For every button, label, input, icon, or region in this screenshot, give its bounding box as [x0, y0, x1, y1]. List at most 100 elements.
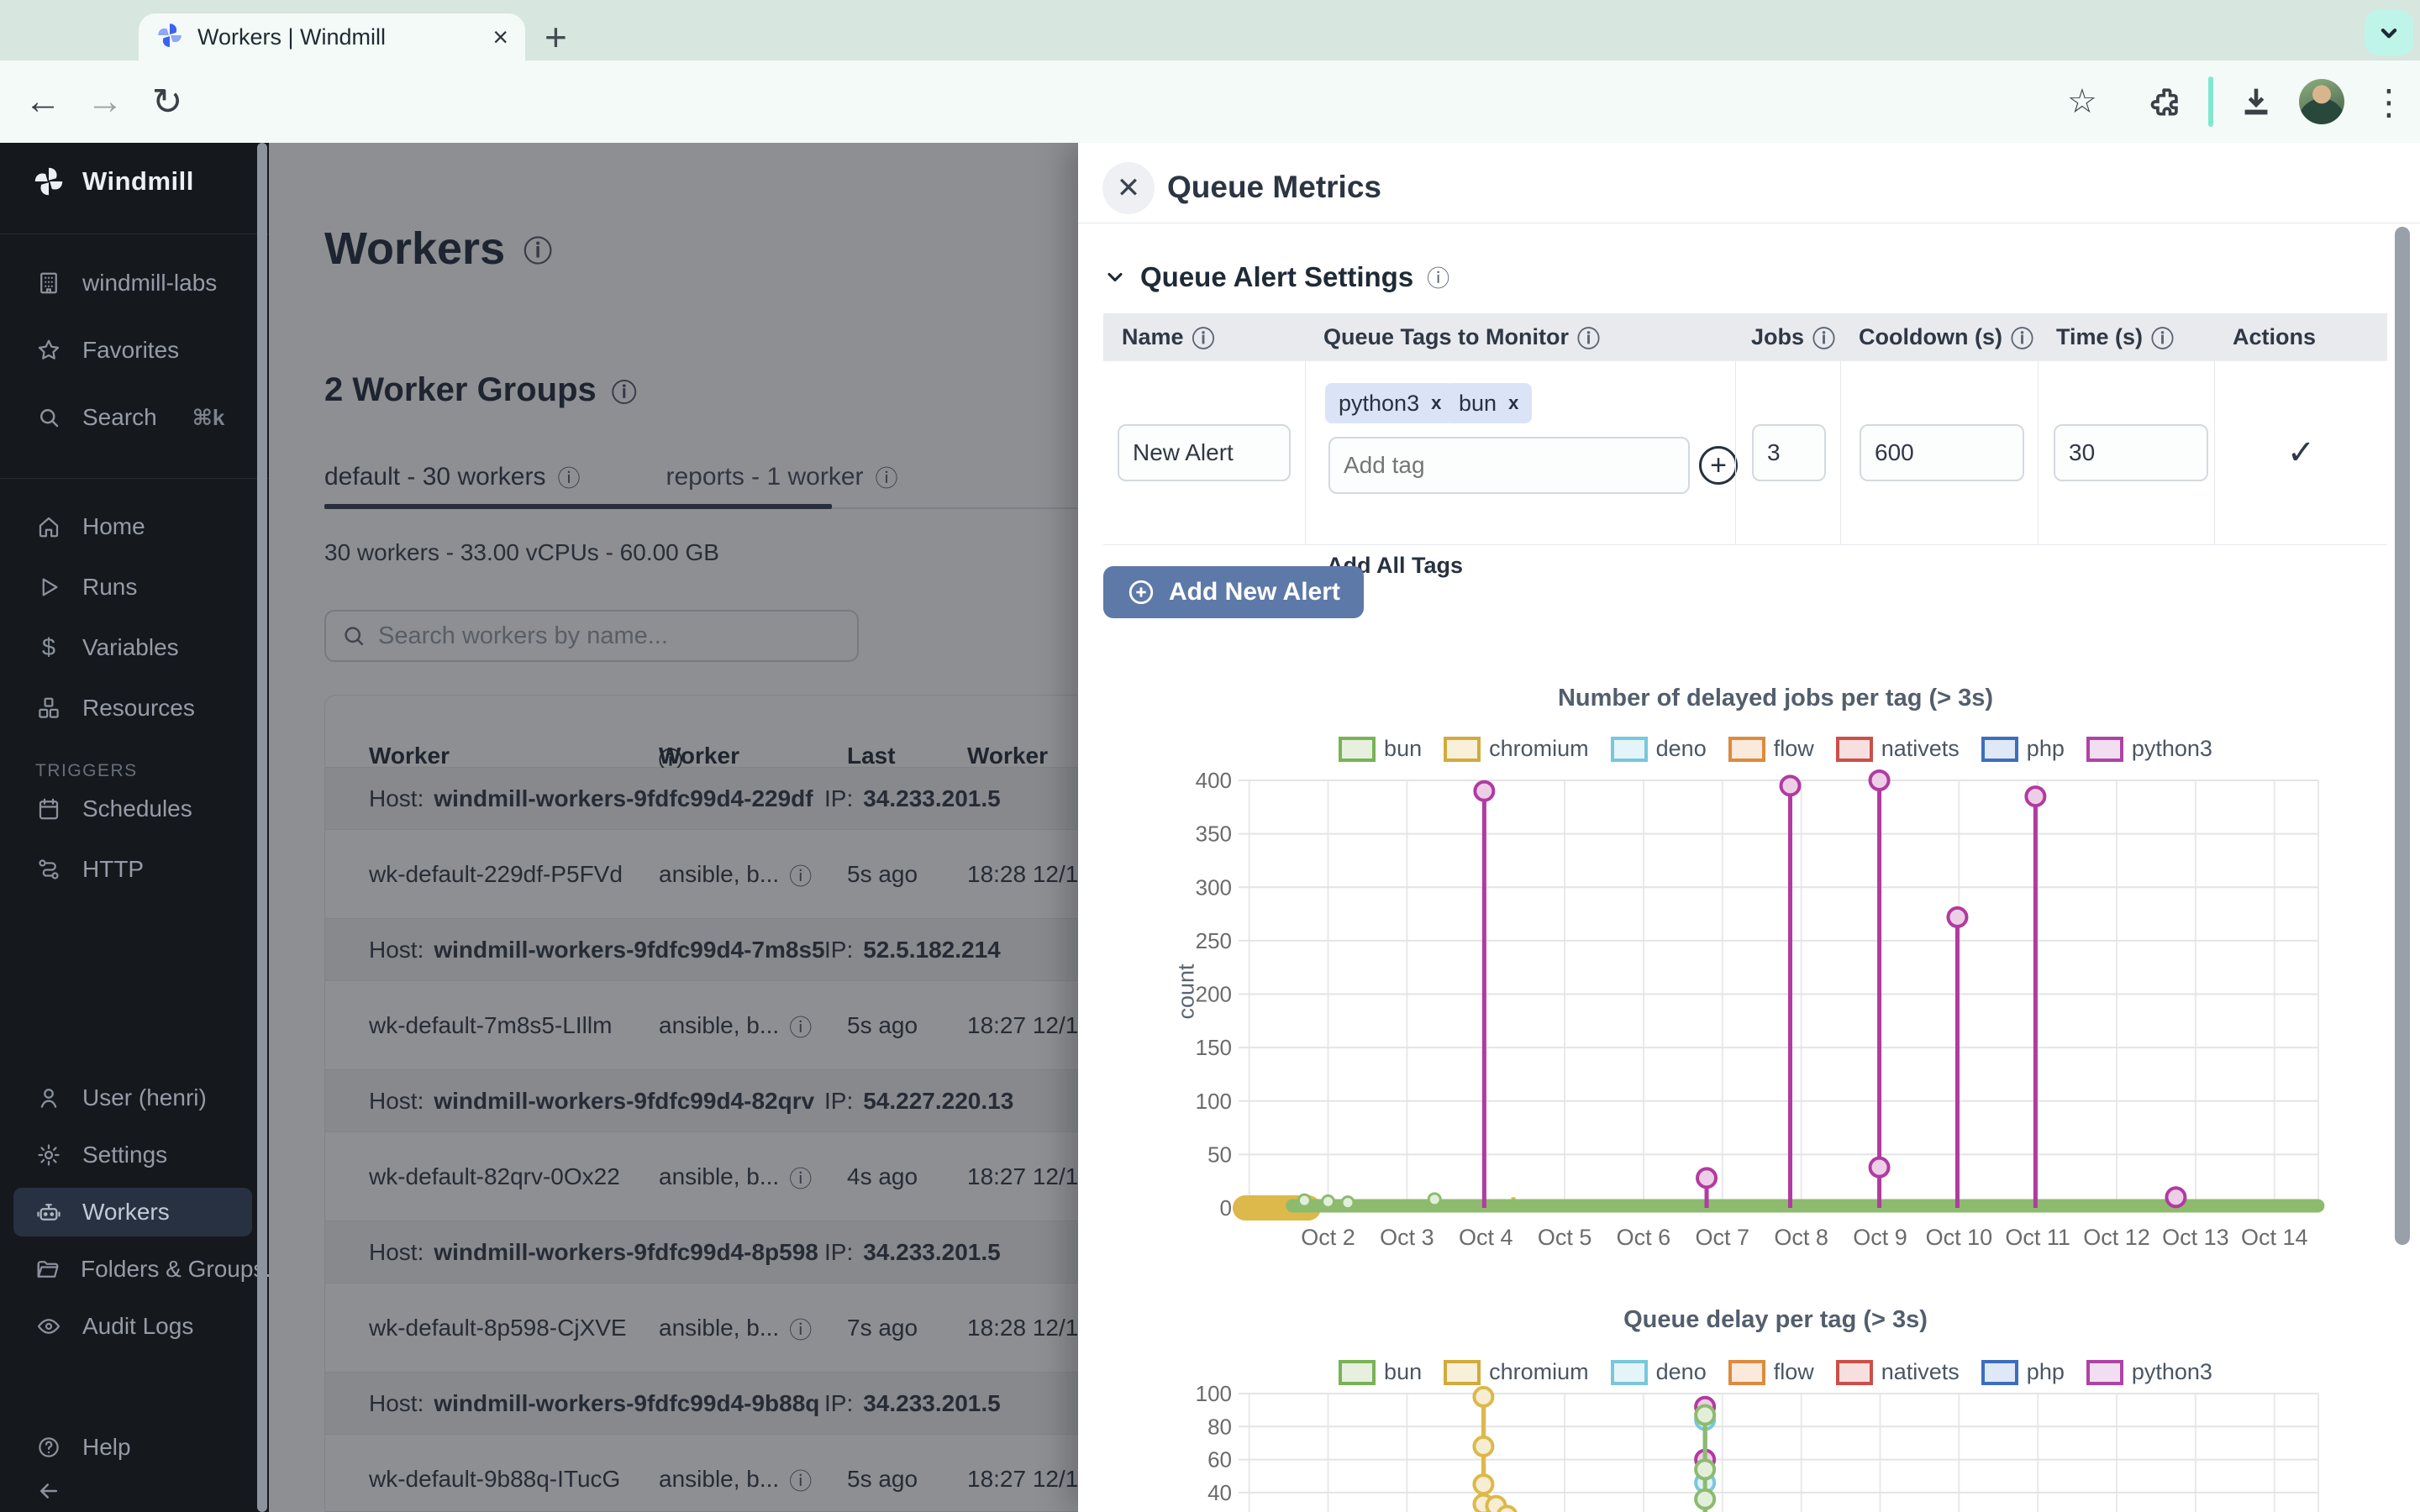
svg-text:Oct 2: Oct 2	[1301, 1225, 1355, 1250]
legend-item-chromium[interactable]: chromium	[1444, 736, 1589, 762]
sidebar-item-label: Favorites	[82, 337, 179, 364]
sidebar-item-resources[interactable]: Resources	[13, 684, 252, 732]
panel-scrollbar[interactable]	[2395, 227, 2410, 1245]
svg-text:50: 50	[1207, 1142, 1232, 1167]
extensions-icon[interactable]	[2148, 74, 2185, 129]
sidebar-item-http[interactable]: HTTP	[13, 845, 252, 894]
sidebar-item-user-henri[interactable]: User (henri)	[13, 1074, 252, 1122]
info-icon[interactable]: ⓘ	[1192, 321, 1215, 354]
back-icon[interactable]: ←	[12, 81, 74, 123]
sidebar-item-audit-logs[interactable]: Audit Logs	[13, 1302, 252, 1351]
queue-alert-settings-section[interactable]: Queue Alert Settings ⓘ	[1103, 260, 1449, 293]
sidebar-item-search[interactable]: Search⌘k	[13, 393, 252, 442]
forward-icon[interactable]: →	[74, 81, 136, 123]
info-icon[interactable]: ⓘ	[1577, 321, 1600, 354]
svg-text:Oct 8: Oct 8	[1774, 1225, 1828, 1250]
tab-close-icon[interactable]: ×	[492, 24, 508, 50]
legend-item-php[interactable]: php	[1981, 736, 2065, 762]
drawer-close-button[interactable]: ✕	[1102, 162, 1155, 214]
legend-item-bun[interactable]: bun	[1339, 1359, 1422, 1385]
sidebar: Windmill TRIGGERS windmill-labsFavorites…	[0, 143, 269, 1512]
new-tab-button[interactable]: +	[544, 20, 567, 54]
col-actions: Actions	[2214, 324, 2387, 350]
legend-label: bun	[1384, 1359, 1422, 1385]
legend-item-nativets[interactable]: nativets	[1836, 1359, 1960, 1385]
calendar-icon	[35, 796, 62, 822]
avatar[interactable]	[2299, 74, 2344, 129]
sidebar-item-label: Runs	[82, 574, 137, 601]
col-jobs: Jobsⓘ	[1735, 321, 1840, 354]
sidebar-item-help[interactable]: Help	[13, 1423, 252, 1472]
windmill-logo-icon	[32, 165, 66, 198]
sidebar-item-schedules[interactable]: Schedules	[13, 785, 252, 833]
legend-item-php[interactable]: php	[1981, 1359, 2065, 1385]
browser-menu-icon[interactable]: ⋮	[2371, 74, 2407, 129]
person-icon	[35, 1085, 62, 1110]
col-queue-tags: Queue Tags to Monitorⓘ	[1305, 321, 1735, 354]
legend-label: python3	[2132, 736, 2212, 762]
legend-label: python3	[2132, 1359, 2212, 1385]
sidebar-item-label: Settings	[82, 1142, 167, 1168]
sidebar-item-folders-groups[interactable]: Folders & Groups...	[13, 1245, 252, 1294]
svg-text:Oct 5: Oct 5	[1538, 1225, 1592, 1250]
download-icon[interactable]	[2237, 74, 2275, 129]
confirm-alert-icon[interactable]: ✓	[2287, 433, 2316, 472]
legend-swatch	[2086, 737, 2123, 762]
alert-name-input[interactable]	[1118, 424, 1291, 481]
legend-swatch	[1728, 737, 1765, 762]
info-icon[interactable]: ⓘ	[1812, 321, 1835, 354]
add-tag-button[interactable]: +	[1699, 446, 1738, 485]
jobs-input[interactable]	[1752, 424, 1826, 481]
sidebar-item-workers[interactable]: Workers	[13, 1188, 252, 1236]
sidebar-item-favorites[interactable]: Favorites	[13, 326, 252, 375]
info-icon[interactable]: ⓘ	[2011, 321, 2033, 354]
reload-icon[interactable]: ↻	[136, 81, 198, 123]
col-name: Nameⓘ	[1103, 321, 1305, 354]
info-icon[interactable]: ⓘ	[2151, 321, 2174, 354]
bookmark-star-icon[interactable]: ☆	[2067, 82, 2097, 121]
search-icon	[35, 405, 62, 430]
sidebar-item-label: Variables	[82, 634, 179, 661]
svg-text:Oct 10: Oct 10	[1926, 1225, 1993, 1250]
legend-item-python3[interactable]: python3	[2086, 1359, 2212, 1385]
svg-text:40: 40	[1207, 1480, 1232, 1505]
sidebar-item-label: windmill-labs	[82, 270, 217, 297]
sidebar-scrollbar[interactable]	[257, 143, 267, 1512]
legend-swatch	[1444, 737, 1481, 762]
windmill-logo[interactable]: Windmill	[32, 165, 194, 198]
sidebar-item-label: Audit Logs	[82, 1313, 193, 1340]
sidebar-item-[interactable]	[13, 1467, 252, 1512]
legend-item-deno[interactable]: deno	[1611, 1359, 1707, 1385]
dollar-icon: $	[35, 634, 62, 662]
svg-text:Oct 14: Oct 14	[2241, 1225, 2308, 1250]
sidebar-item-settings[interactable]: Settings	[13, 1131, 252, 1179]
legend-item-flow[interactable]: flow	[1728, 736, 1814, 762]
sidebar-item-home[interactable]: Home	[13, 502, 252, 551]
sidebar-item-variables[interactable]: $ Variables	[13, 623, 252, 672]
sidebar-item-label: Help	[82, 1434, 131, 1461]
svg-text:Oct 3: Oct 3	[1380, 1225, 1434, 1250]
cooldown-input[interactable]	[1860, 424, 2024, 481]
add-tag-input[interactable]	[1328, 437, 1690, 494]
add-new-alert-button[interactable]: Add New Alert	[1103, 566, 1364, 618]
remove-tag-icon[interactable]: x	[1508, 392, 1518, 414]
info-icon[interactable]: ⓘ	[1427, 260, 1449, 293]
sidebar-item-windmill-labs[interactable]: windmill-labs	[13, 259, 252, 307]
browser-tabstrip: Workers | Windmill × +	[0, 0, 2420, 60]
legend-item-flow[interactable]: flow	[1728, 1359, 1814, 1385]
windmill-favicon-icon	[155, 21, 184, 54]
legend-item-bun[interactable]: bun	[1339, 736, 1422, 762]
legend-item-chromium[interactable]: chromium	[1444, 1359, 1589, 1385]
remove-tag-icon[interactable]: x	[1431, 392, 1441, 414]
tab-search-button[interactable]	[2365, 10, 2413, 55]
legend-item-python3[interactable]: python3	[2086, 736, 2212, 762]
sidebar-item-runs[interactable]: Runs	[13, 563, 252, 612]
legend-item-nativets[interactable]: nativets	[1836, 736, 1960, 762]
time-input[interactable]	[2054, 424, 2208, 481]
browser-tab[interactable]: Workers | Windmill ×	[139, 13, 525, 60]
legend-item-deno[interactable]: deno	[1611, 736, 1707, 762]
legend-label: deno	[1656, 736, 1707, 762]
svg-text:80: 80	[1207, 1414, 1232, 1439]
sidebar-item-label: User (henri)	[82, 1084, 207, 1111]
legend-label: chromium	[1489, 736, 1589, 762]
